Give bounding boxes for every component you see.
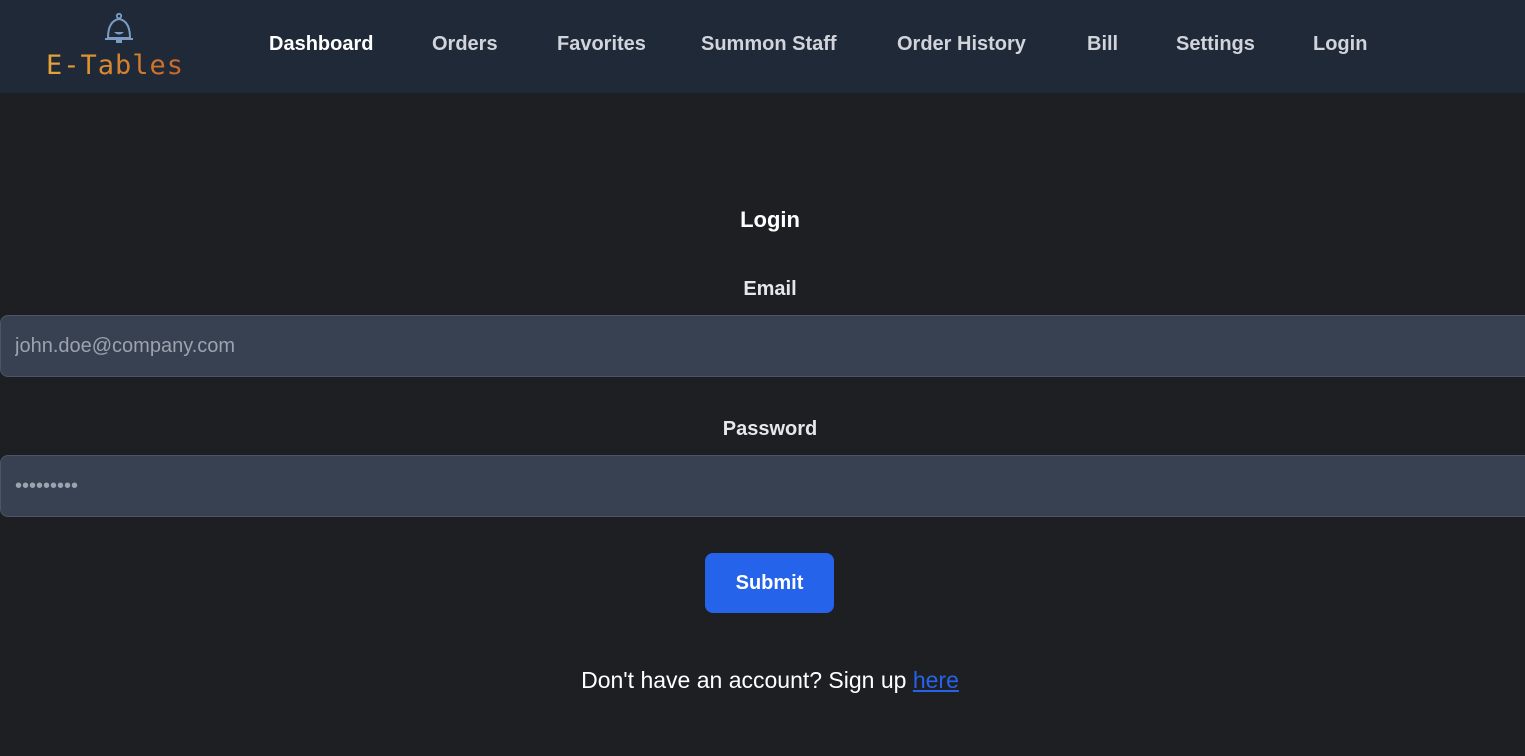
email-field[interactable]: [0, 315, 1525, 377]
signup-prompt-text: Don't have an account? Sign up: [581, 667, 913, 693]
nav-item-order-history[interactable]: Order History: [897, 33, 1026, 56]
signup-link[interactable]: here: [913, 667, 959, 693]
submit-button[interactable]: Submit: [705, 553, 834, 613]
brand-logo[interactable]: E-Tables: [46, 12, 196, 82]
password-field[interactable]: [0, 455, 1525, 517]
password-label: Password: [722, 418, 818, 440]
top-navbar: E-Tables Dashboard Orders Favorites Summ…: [0, 0, 1525, 93]
nav-item-dashboard[interactable]: Dashboard: [269, 33, 373, 56]
nav-item-orders[interactable]: Orders: [432, 33, 498, 56]
brand-name: E-Tables: [46, 50, 185, 81]
nav-item-settings[interactable]: Settings: [1176, 33, 1255, 56]
form-title: Login: [740, 207, 800, 232]
nav-item-summon-staff[interactable]: Summon Staff: [701, 33, 837, 56]
nav-item-login[interactable]: Login: [1313, 33, 1367, 56]
nav-item-bill[interactable]: Bill: [1087, 33, 1118, 56]
nav-item-favorites[interactable]: Favorites: [557, 33, 646, 56]
bell-icon: [105, 12, 133, 43]
email-label: Email: [743, 278, 797, 300]
signup-prompt: Don't have an account? Sign up here: [0, 667, 1525, 694]
